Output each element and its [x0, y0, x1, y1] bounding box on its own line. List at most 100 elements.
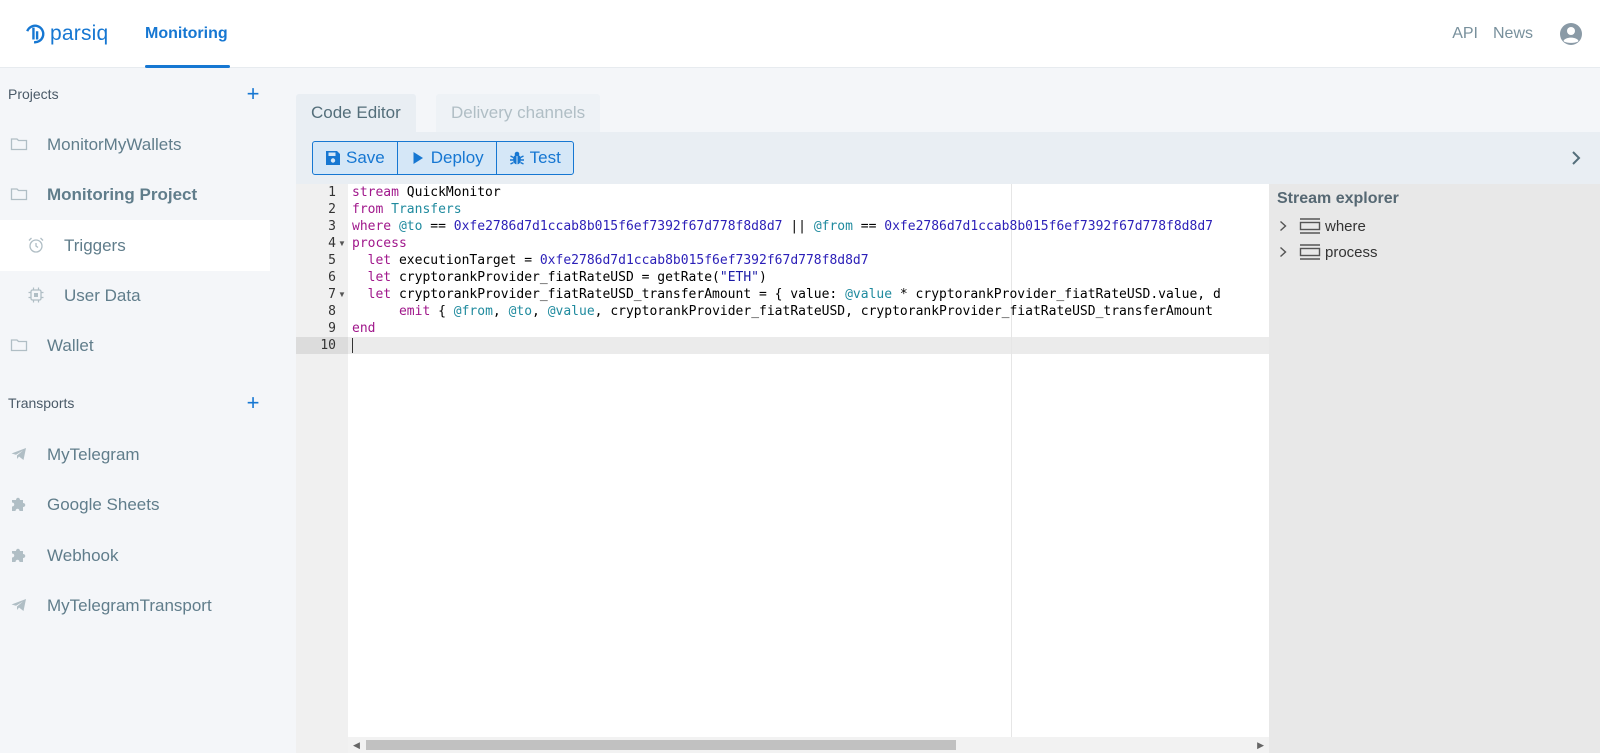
code-token: @value [547, 304, 595, 319]
fold-toggle-icon[interactable]: ▼ [338, 235, 346, 252]
scroll-right-icon[interactable]: ▶ [1257, 740, 1264, 751]
code-token: ) [759, 270, 767, 285]
test-label: Test [529, 148, 561, 167]
line-number: 5 [328, 253, 336, 268]
user-circle-icon[interactable] [1559, 22, 1583, 46]
code-token: , cryptorankProvider_fiatRateUSD, crypto… [594, 304, 1213, 319]
horizontal-scrollbar[interactable]: ◀ ▶ [348, 737, 1269, 753]
code-line[interactable]: end [352, 320, 1267, 337]
code-token: @to [508, 304, 533, 319]
code-token: || [782, 219, 814, 234]
chevron-right-icon[interactable] [1277, 246, 1289, 258]
code-line[interactable]: let cryptorankProvider_fiatRateUSD = get… [352, 269, 1267, 286]
projects-title: Projects [8, 86, 59, 102]
api-link[interactable]: API [1452, 25, 1478, 43]
code-token: let [367, 270, 392, 285]
code-token: stream [352, 185, 399, 200]
sidebar-item-label: Wallet [47, 335, 94, 355]
header-actions: API News [1452, 0, 1600, 68]
explorer-item-label: where [1325, 217, 1366, 235]
sidebar-item-mytelegramtransport[interactable]: MyTelegramTransport [0, 580, 270, 631]
code-token: end [352, 321, 376, 336]
transports-title: Transports [8, 395, 75, 411]
code-token: Transfers [391, 202, 462, 217]
code-token: * cryptorankProvider_fiatRateUSD.value, … [892, 287, 1221, 302]
add-project-button[interactable]: + [244, 83, 262, 105]
code-token: QuickMonitor [398, 185, 501, 200]
fold-toggle-icon[interactable]: ▼ [338, 286, 346, 303]
line-number: 6 [328, 270, 336, 285]
block-node-icon [1299, 244, 1321, 260]
sidebar-item-google-sheets[interactable]: Google Sheets [0, 479, 270, 530]
puzzle-icon [12, 497, 26, 511]
telegram-icon [11, 448, 26, 460]
code-line[interactable]: where @to == 0xfe2786d7d1ccab8b015f6ef73… [352, 218, 1267, 235]
code-content[interactable]: stream QuickMonitor from Transfers where @… [352, 184, 1267, 354]
code-token: , [492, 304, 509, 319]
transports-header: Transports + [8, 391, 262, 415]
explorer-item-where[interactable]: where [1277, 216, 1366, 236]
code-line[interactable]: let executionTarget = 0xfe2786d7d1ccab8b… [352, 252, 1267, 269]
folder-icon [10, 339, 28, 352]
scroll-left-icon[interactable]: ◀ [353, 740, 360, 751]
chevron-right-icon[interactable] [1568, 149, 1584, 167]
sidebar: Projects + MonitorMyWallets Monitoring P… [0, 68, 270, 753]
chevron-right-icon[interactable] [1277, 220, 1289, 232]
add-transport-button[interactable]: + [244, 392, 262, 414]
main-content: Code Editor Delivery channels Save Deplo… [270, 68, 1600, 753]
top-header: parsiq Monitoring API News [0, 0, 1600, 68]
floppy-disk-icon [326, 151, 340, 165]
line-number: 9 [328, 321, 336, 336]
sidebar-item-wallet[interactable]: Wallet [0, 320, 270, 371]
code-line[interactable]: from Transfers [352, 201, 1267, 218]
news-link[interactable]: News [1493, 25, 1533, 43]
code-token: == [852, 219, 885, 234]
sidebar-item-webhook[interactable]: Webhook [0, 530, 270, 581]
folder-icon [10, 188, 28, 201]
action-button-group: Save Deploy Test [312, 141, 574, 175]
code-line[interactable]: emit { @from, @to, @value, cryptorankPro… [352, 303, 1267, 320]
sidebar-item-label: MyTelegram [47, 444, 140, 464]
code-line[interactable]: process [352, 235, 1267, 252]
brand-logo[interactable]: parsiq [24, 20, 108, 48]
line-number: 3 [328, 219, 336, 234]
sidebar-item-label: User Data [64, 285, 141, 305]
code-token: cryptorankProvider_fiatRateUSD = getRate… [391, 270, 720, 285]
brand-name: parsiq [50, 22, 109, 45]
deploy-button[interactable]: Deploy [398, 142, 497, 174]
code-token: @from [453, 304, 493, 319]
code-token: == [422, 219, 454, 234]
block-node-icon [1299, 218, 1321, 234]
tab-code-editor[interactable]: Code Editor [296, 94, 416, 132]
explorer-item-process[interactable]: process [1277, 242, 1378, 262]
scrollbar-thumb[interactable] [366, 740, 956, 750]
deploy-label: Deploy [430, 148, 484, 167]
sidebar-item-triggers[interactable]: Triggers [0, 220, 270, 271]
sidebar-item-monitoring-project[interactable]: Monitoring Project [0, 169, 270, 220]
sidebar-item-user-data[interactable]: User Data [0, 270, 270, 321]
telegram-icon [11, 599, 26, 611]
code-token: cryptorankProvider_fiatRateUSD_transferA… [391, 287, 846, 302]
explorer-item-label: process [1325, 243, 1378, 261]
code-line[interactable]: let cryptorankProvider_fiatRateUSD_trans… [352, 286, 1267, 303]
sidebar-item-label: MonitorMyWallets [47, 134, 182, 154]
code-line[interactable]: stream QuickMonitor [352, 184, 1267, 201]
puzzle-icon [12, 548, 26, 562]
sidebar-item-label: Webhook [47, 545, 119, 565]
save-label: Save [346, 148, 385, 167]
code-line[interactable] [352, 337, 1267, 354]
sidebar-item-label: MyTelegramTransport [47, 595, 212, 615]
code-token: let [367, 287, 392, 302]
sidebar-item-mytelegram[interactable]: MyTelegram [0, 429, 270, 480]
code-token: let [367, 253, 392, 268]
nav-monitoring[interactable]: Monitoring [145, 0, 228, 68]
code-editor[interactable]: 1 2 3 4 5 6 7 8 9 10 ▼ ▼ stream QuickMonitor from … [296, 184, 1269, 753]
test-button[interactable]: Test [497, 142, 573, 174]
tab-delivery-channels[interactable]: Delivery channels [436, 94, 601, 132]
save-button[interactable]: Save [313, 142, 398, 174]
sidebar-item-monitormywallets[interactable]: MonitorMyWallets [0, 119, 270, 170]
